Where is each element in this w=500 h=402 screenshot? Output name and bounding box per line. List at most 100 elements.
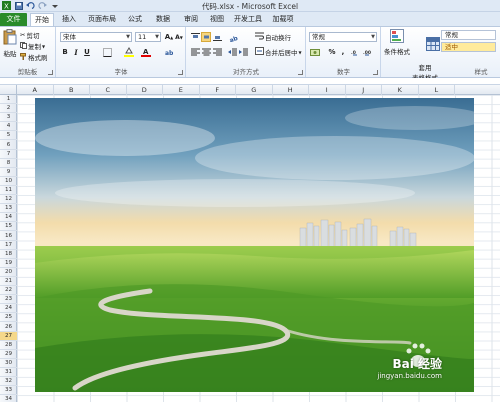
align-right-icon[interactable]: [212, 47, 222, 57]
select-all-corner[interactable]: [0, 85, 17, 95]
tab-file[interactable]: 文件: [0, 13, 27, 26]
tab-home[interactable]: 开始: [30, 13, 54, 26]
row-header-23[interactable]: 23: [0, 295, 17, 305]
row-header-28[interactable]: 28: [0, 341, 17, 350]
column-header-h[interactable]: H: [273, 85, 309, 95]
row-header-29[interactable]: 29: [0, 350, 17, 359]
merge-center-button[interactable]: 合并后居中 ▼: [255, 47, 302, 57]
row-header-11[interactable]: 11: [0, 186, 17, 196]
style-normal[interactable]: 常规: [441, 30, 496, 40]
column-header-e[interactable]: E: [163, 85, 200, 95]
align-center-icon[interactable]: [201, 47, 211, 57]
column-header-d[interactable]: D: [127, 85, 163, 95]
column-header-l[interactable]: L: [419, 85, 455, 95]
row-header-10[interactable]: 10: [0, 177, 17, 186]
row-header-19[interactable]: 19: [0, 259, 17, 268]
font-size-combo[interactable]: 11 ▼: [135, 32, 161, 42]
orientation-icon[interactable]: ab: [229, 32, 239, 42]
row-header-22[interactable]: 22: [0, 286, 17, 296]
column-header-g[interactable]: G: [236, 85, 273, 95]
row-header-18[interactable]: 18: [0, 250, 17, 259]
row-header-5[interactable]: 5: [0, 131, 17, 141]
row-header-7[interactable]: 7: [0, 150, 17, 159]
tab-formulas[interactable]: 公式: [124, 13, 146, 26]
number-launcher-icon[interactable]: [373, 70, 378, 75]
row-header-12[interactable]: 12: [0, 195, 17, 205]
column-header-j[interactable]: J: [346, 85, 382, 95]
style-neutral[interactable]: 适中: [441, 42, 496, 52]
row-header-1[interactable]: 1: [0, 95, 17, 105]
tab-page-layout[interactable]: 页面布局: [86, 13, 118, 26]
column-header-b[interactable]: B: [54, 85, 90, 95]
format-as-table-button[interactable]: 套用 表格格式: [412, 29, 441, 82]
row-header-16[interactable]: 16: [0, 232, 17, 241]
column-header-c[interactable]: C: [90, 85, 127, 95]
tab-review[interactable]: 审阅: [180, 13, 202, 26]
row-header-30[interactable]: 30: [0, 359, 17, 368]
grow-font-icon[interactable]: A ▲: [164, 32, 174, 42]
column-header-a[interactable]: A: [17, 85, 54, 95]
row-header-6[interactable]: 6: [0, 141, 17, 150]
row-header-26[interactable]: 26: [0, 323, 17, 332]
alignment-launcher-icon[interactable]: [298, 70, 303, 75]
decrease-decimal-icon[interactable]: .00: [363, 47, 373, 57]
row-header-25[interactable]: 25: [0, 313, 17, 323]
fill-color-icon[interactable]: [124, 47, 134, 57]
row-header-20[interactable]: 20: [0, 268, 17, 277]
column-header-k[interactable]: K: [382, 85, 419, 95]
bold-icon[interactable]: B: [60, 47, 70, 57]
format-painter-button[interactable]: 格式刷: [20, 52, 48, 62]
tab-data[interactable]: 数据: [152, 13, 174, 26]
conditional-format-button[interactable]: 条件格式: [384, 29, 410, 56]
font-name-combo[interactable]: 宋体 ▼: [60, 32, 132, 42]
tab-insert[interactable]: 插入: [58, 13, 80, 26]
copy-button[interactable]: 复制 ▼: [20, 41, 45, 51]
row-header-33[interactable]: 33: [0, 386, 17, 396]
align-bottom-icon[interactable]: [212, 32, 222, 42]
align-left-icon[interactable]: [190, 47, 200, 57]
align-top-icon[interactable]: [190, 32, 200, 42]
borders-icon[interactable]: [102, 47, 112, 57]
tab-view[interactable]: 视图: [206, 13, 228, 26]
column-header-f[interactable]: F: [200, 85, 236, 95]
row-header-13[interactable]: 13: [0, 204, 17, 214]
row-header-2[interactable]: 2: [0, 104, 17, 114]
paste-button[interactable]: 粘贴: [2, 29, 18, 58]
column-header-i[interactable]: I: [309, 85, 346, 95]
wrap-text-button[interactable]: 自动换行: [255, 32, 291, 42]
percent-button[interactable]: %: [327, 47, 337, 57]
row-header-8[interactable]: 8: [0, 159, 17, 168]
scissors-icon: ✂: [20, 31, 26, 39]
row-header-24[interactable]: 24: [0, 304, 17, 314]
formula-bar[interactable]: [0, 78, 500, 85]
row-header-4[interactable]: 4: [0, 122, 17, 132]
row-header-31[interactable]: 31: [0, 368, 17, 378]
row-header-32[interactable]: 32: [0, 377, 17, 387]
comma-button[interactable]: ,: [338, 47, 348, 57]
row-header-3[interactable]: 3: [0, 113, 17, 123]
row-header-34[interactable]: 34: [0, 395, 17, 402]
increase-decimal-icon[interactable]: .0: [351, 47, 361, 57]
cut-button[interactable]: ✂ 剪切: [20, 30, 39, 40]
row-header-17[interactable]: 17: [0, 241, 17, 250]
italic-icon[interactable]: I: [71, 47, 81, 57]
font-launcher-icon[interactable]: [178, 70, 183, 75]
number-format-combo[interactable]: 常规 ▼: [309, 32, 377, 42]
underline-icon[interactable]: U: [82, 47, 92, 57]
row-header-14[interactable]: 14: [0, 213, 17, 223]
inserted-picture[interactable]: Bai 经验 jingyan.baidu.com: [35, 98, 474, 392]
row-header-21[interactable]: 21: [0, 277, 17, 287]
row-header-27[interactable]: 27: [0, 331, 17, 341]
clipboard-launcher-icon[interactable]: [48, 70, 53, 75]
font-color-icon[interactable]: A: [141, 47, 151, 57]
phonetic-icon[interactable]: ab: [165, 47, 175, 57]
row-header-9[interactable]: 9: [0, 168, 17, 177]
shrink-font-icon[interactable]: A ▼: [174, 32, 184, 42]
row-header-15[interactable]: 15: [0, 222, 17, 232]
decrease-indent-icon[interactable]: [227, 47, 237, 57]
tab-addins[interactable]: 加载项: [270, 13, 296, 26]
tab-developer[interactable]: 开发工具: [232, 13, 264, 26]
currency-icon[interactable]: [310, 47, 320, 57]
increase-indent-icon[interactable]: [238, 47, 248, 57]
align-middle-icon[interactable]: [201, 32, 211, 42]
